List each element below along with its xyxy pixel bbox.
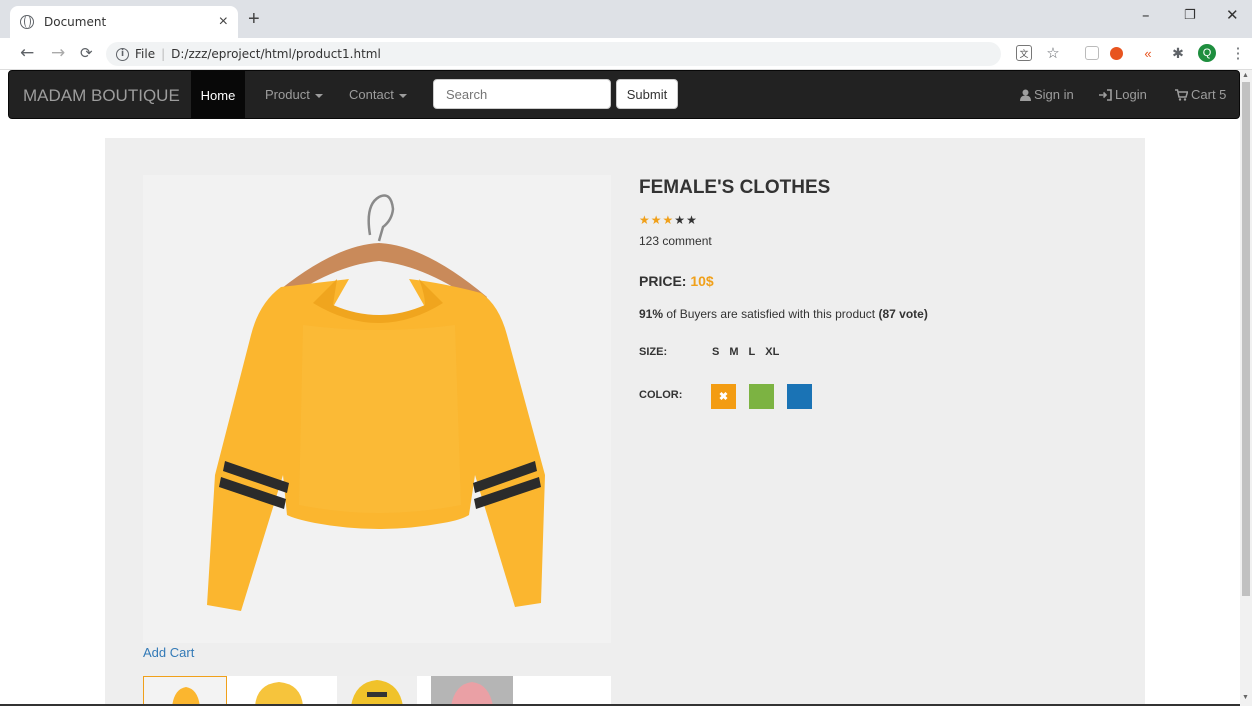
selected-check-icon: ✖ bbox=[718, 391, 729, 403]
size-option-xl[interactable]: XL bbox=[765, 346, 779, 358]
tab-close-icon[interactable]: × bbox=[219, 13, 228, 31]
price-label: PRICE: bbox=[639, 273, 687, 289]
color-swatch-green[interactable] bbox=[749, 384, 774, 409]
nav-home-label: Home bbox=[200, 87, 236, 103]
rating-stars: ★★★★★ bbox=[639, 213, 698, 227]
size-option-m[interactable]: M bbox=[729, 346, 738, 358]
url-omnibox[interactable]: i File | D:/zzz/eproject/html/product1.h… bbox=[106, 42, 1001, 66]
translate-icon[interactable]: 文 bbox=[1016, 45, 1032, 61]
thumbnail-4[interactable] bbox=[431, 676, 513, 706]
size-option-s[interactable]: S bbox=[712, 346, 719, 358]
caret-down-icon bbox=[314, 93, 323, 98]
thumbnail-2[interactable] bbox=[233, 676, 333, 706]
size-options: S M L XL bbox=[712, 346, 779, 358]
price-value: 10$ bbox=[690, 273, 714, 289]
nav-contact-dropdown[interactable]: Contact bbox=[349, 87, 407, 102]
product-image bbox=[143, 175, 611, 643]
site-navbar: MADAM BOUTIQUE Home Product Contact Subm… bbox=[8, 70, 1240, 119]
profile-avatar[interactable]: Q bbox=[1198, 44, 1216, 62]
thumbnail-strip bbox=[143, 676, 611, 706]
address-toolbar: ← → ⟳ i File | D:/zzz/eproject/html/prod… bbox=[0, 38, 1252, 70]
cart-link[interactable]: Cart 5 bbox=[1175, 87, 1226, 102]
url-scheme-label: File bbox=[135, 47, 156, 61]
size-option-l[interactable]: L bbox=[749, 346, 756, 358]
scroll-up-arrow-icon[interactable]: ▲ bbox=[1242, 72, 1249, 79]
nav-product-label: Product bbox=[265, 87, 310, 102]
cart-label: Cart 5 bbox=[1191, 87, 1227, 102]
login-icon bbox=[1099, 88, 1112, 101]
extension-box-icon[interactable] bbox=[1085, 46, 1099, 60]
size-label: SIZE: bbox=[639, 346, 668, 358]
login-link[interactable]: Login bbox=[1099, 87, 1147, 102]
sign-in-link[interactable]: Sign in bbox=[1020, 87, 1074, 102]
thumbnail-3[interactable] bbox=[337, 676, 417, 706]
nav-contact-label: Contact bbox=[349, 87, 394, 102]
search-input[interactable] bbox=[433, 79, 611, 109]
window-close-button[interactable]: ✕ bbox=[1226, 6, 1239, 24]
login-label: Login bbox=[1115, 87, 1147, 102]
vote-count: (87 vote) bbox=[878, 307, 928, 321]
add-cart-link[interactable]: Add Cart bbox=[143, 645, 194, 660]
brand-logo[interactable]: MADAM BOUTIQUE bbox=[23, 86, 180, 106]
price: PRICE: 10$ bbox=[639, 273, 714, 289]
browser-tab-strip: Document × + – ❐ ✕ bbox=[0, 0, 1252, 38]
nav-product-dropdown[interactable]: Product bbox=[265, 87, 323, 102]
satisfaction-text: 91% of Buyers are satisfied with this pr… bbox=[639, 307, 928, 321]
star-filled-icon: ★ bbox=[650, 213, 663, 227]
user-icon bbox=[1020, 89, 1031, 101]
thumbnail-1[interactable] bbox=[143, 676, 227, 706]
url-separator: | bbox=[161, 47, 166, 61]
globe-icon bbox=[20, 15, 34, 29]
extension-fire-icon[interactable] bbox=[1110, 47, 1123, 60]
star-empty-icon: ★ bbox=[674, 213, 687, 227]
back-arrow-icon[interactable]: ← bbox=[20, 43, 34, 63]
caret-down-icon bbox=[398, 93, 407, 98]
browser-menu-icon[interactable]: ⋮ bbox=[1230, 45, 1246, 62]
comment-count[interactable]: 123 comment bbox=[639, 234, 712, 248]
browser-tab[interactable]: Document × bbox=[10, 6, 238, 38]
forward-arrow-icon[interactable]: → bbox=[51, 43, 65, 63]
bookmark-star-icon[interactable]: ☆ bbox=[1045, 45, 1061, 62]
restore-button[interactable]: ❐ bbox=[1184, 8, 1196, 23]
star-empty-icon: ★ bbox=[686, 213, 698, 227]
site-info-icon[interactable]: i bbox=[116, 47, 129, 61]
satisfaction-description: of Buyers are satisfied with this produc… bbox=[663, 307, 879, 321]
cart-icon bbox=[1175, 88, 1188, 101]
star-filled-icon: ★ bbox=[662, 213, 675, 227]
color-swatch-orange[interactable]: ✖ bbox=[711, 384, 736, 409]
url-text: D:/zzz/eproject/html/product1.html bbox=[171, 47, 381, 61]
new-tab-button[interactable]: + bbox=[248, 8, 260, 31]
extensions-puzzle-icon[interactable]: ✱ bbox=[1170, 45, 1186, 61]
minimize-button[interactable]: – bbox=[1142, 6, 1150, 24]
nav-home[interactable]: Home bbox=[191, 71, 245, 119]
satisfaction-percent: 91% bbox=[639, 307, 664, 321]
extension-share-icon[interactable]: « bbox=[1140, 45, 1156, 61]
scroll-down-arrow-icon[interactable]: ▼ bbox=[1242, 694, 1249, 701]
star-filled-icon: ★ bbox=[639, 213, 651, 227]
sign-in-label: Sign in bbox=[1034, 87, 1074, 102]
color-swatch-blue[interactable] bbox=[787, 384, 812, 409]
product-title: FEMALE'S CLOTHES bbox=[639, 177, 831, 198]
submit-button[interactable]: Submit bbox=[616, 79, 678, 109]
tab-title: Document bbox=[44, 15, 107, 29]
reload-icon[interactable]: ⟳ bbox=[80, 44, 93, 62]
scrollbar-thumb[interactable] bbox=[1242, 82, 1250, 596]
color-label: COLOR: bbox=[639, 389, 683, 401]
